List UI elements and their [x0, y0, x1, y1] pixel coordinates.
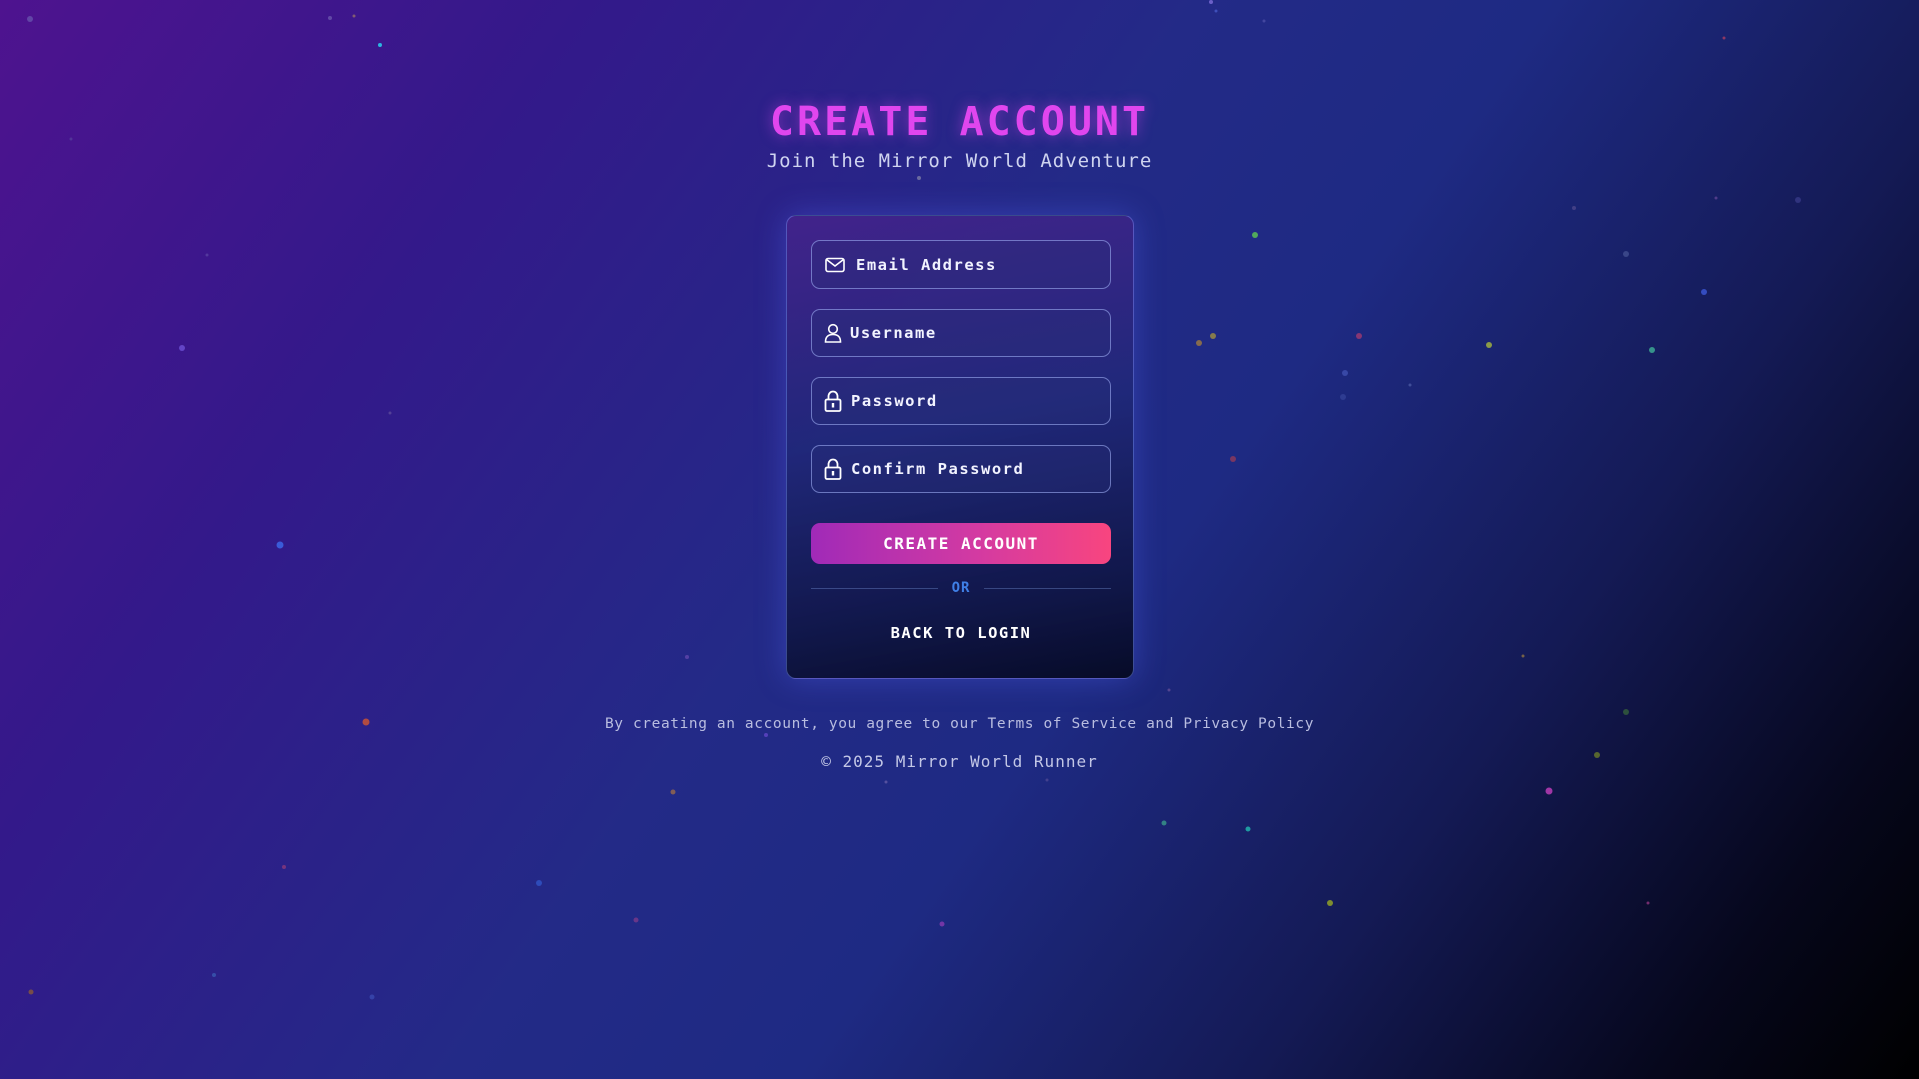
lock-icon	[822, 390, 844, 412]
user-icon	[822, 322, 844, 344]
star	[1167, 688, 1171, 692]
star	[536, 880, 542, 886]
copyright: © 2025 Mirror World Runner	[821, 752, 1098, 771]
star	[179, 345, 185, 351]
star	[1623, 251, 1629, 257]
star	[378, 43, 382, 47]
signup-card: CREATE ACCOUNT OR BACK TO LOGIN	[786, 215, 1134, 679]
star	[1327, 900, 1333, 906]
star	[328, 16, 332, 20]
star	[1408, 383, 1412, 387]
star	[212, 973, 216, 977]
star	[205, 253, 209, 257]
star	[1245, 826, 1251, 832]
star	[1521, 654, 1525, 658]
star	[884, 780, 888, 784]
password-field[interactable]	[811, 377, 1111, 425]
star	[1342, 370, 1348, 376]
star	[1701, 289, 1707, 295]
star	[1230, 456, 1236, 462]
envelope-icon	[824, 254, 846, 276]
lock-icon	[822, 458, 844, 480]
star	[28, 989, 34, 995]
star	[1196, 340, 1202, 346]
star	[1623, 709, 1629, 715]
terms-notice: By creating an account, you agree to our…	[604, 716, 1315, 732]
email-input[interactable]	[856, 255, 1096, 274]
star	[1209, 0, 1213, 4]
star	[1795, 197, 1801, 203]
star	[27, 16, 33, 22]
star	[685, 655, 689, 659]
or-divider: OR	[811, 578, 1112, 598]
star	[1545, 787, 1553, 795]
divider-line	[984, 587, 1112, 589]
star	[939, 921, 945, 927]
star	[1161, 820, 1167, 826]
password-input[interactable]	[851, 392, 1091, 410]
header: CREATE ACCOUNT Join the Mirror World Adv…	[0, 96, 1919, 174]
star	[764, 733, 768, 737]
star	[1356, 333, 1362, 339]
star	[670, 789, 676, 795]
star	[1649, 347, 1655, 353]
star	[1045, 778, 1049, 782]
confirm-password-input[interactable]	[851, 460, 1091, 478]
divider-line	[811, 587, 938, 589]
star	[633, 917, 639, 923]
star	[1714, 196, 1718, 200]
star	[1262, 19, 1266, 23]
username-input[interactable]	[850, 324, 1090, 342]
page-title: CREATE ACCOUNT	[769, 99, 1150, 145]
star	[1722, 36, 1726, 40]
star	[369, 994, 375, 1000]
star	[1486, 342, 1492, 348]
star	[388, 411, 392, 415]
star	[282, 865, 286, 869]
star	[352, 14, 356, 18]
star	[917, 176, 921, 180]
confirm-password-field[interactable]	[811, 445, 1111, 493]
star	[1340, 394, 1346, 400]
star	[1572, 206, 1576, 210]
star	[1214, 9, 1218, 13]
username-field[interactable]	[811, 309, 1111, 357]
divider-label: OR	[951, 580, 971, 596]
create-account-button[interactable]: CREATE ACCOUNT	[811, 523, 1111, 564]
star	[1646, 901, 1650, 905]
star	[1210, 333, 1216, 339]
email-field[interactable]	[811, 240, 1111, 289]
star	[1252, 232, 1258, 238]
back-to-login-link[interactable]: BACK TO LOGIN	[811, 624, 1111, 642]
star	[276, 541, 284, 549]
page-subtitle: Join the Mirror World Adventure	[766, 150, 1153, 172]
page: { "header": { "title": "CREATE ACCOUNT",…	[0, 0, 1919, 1079]
